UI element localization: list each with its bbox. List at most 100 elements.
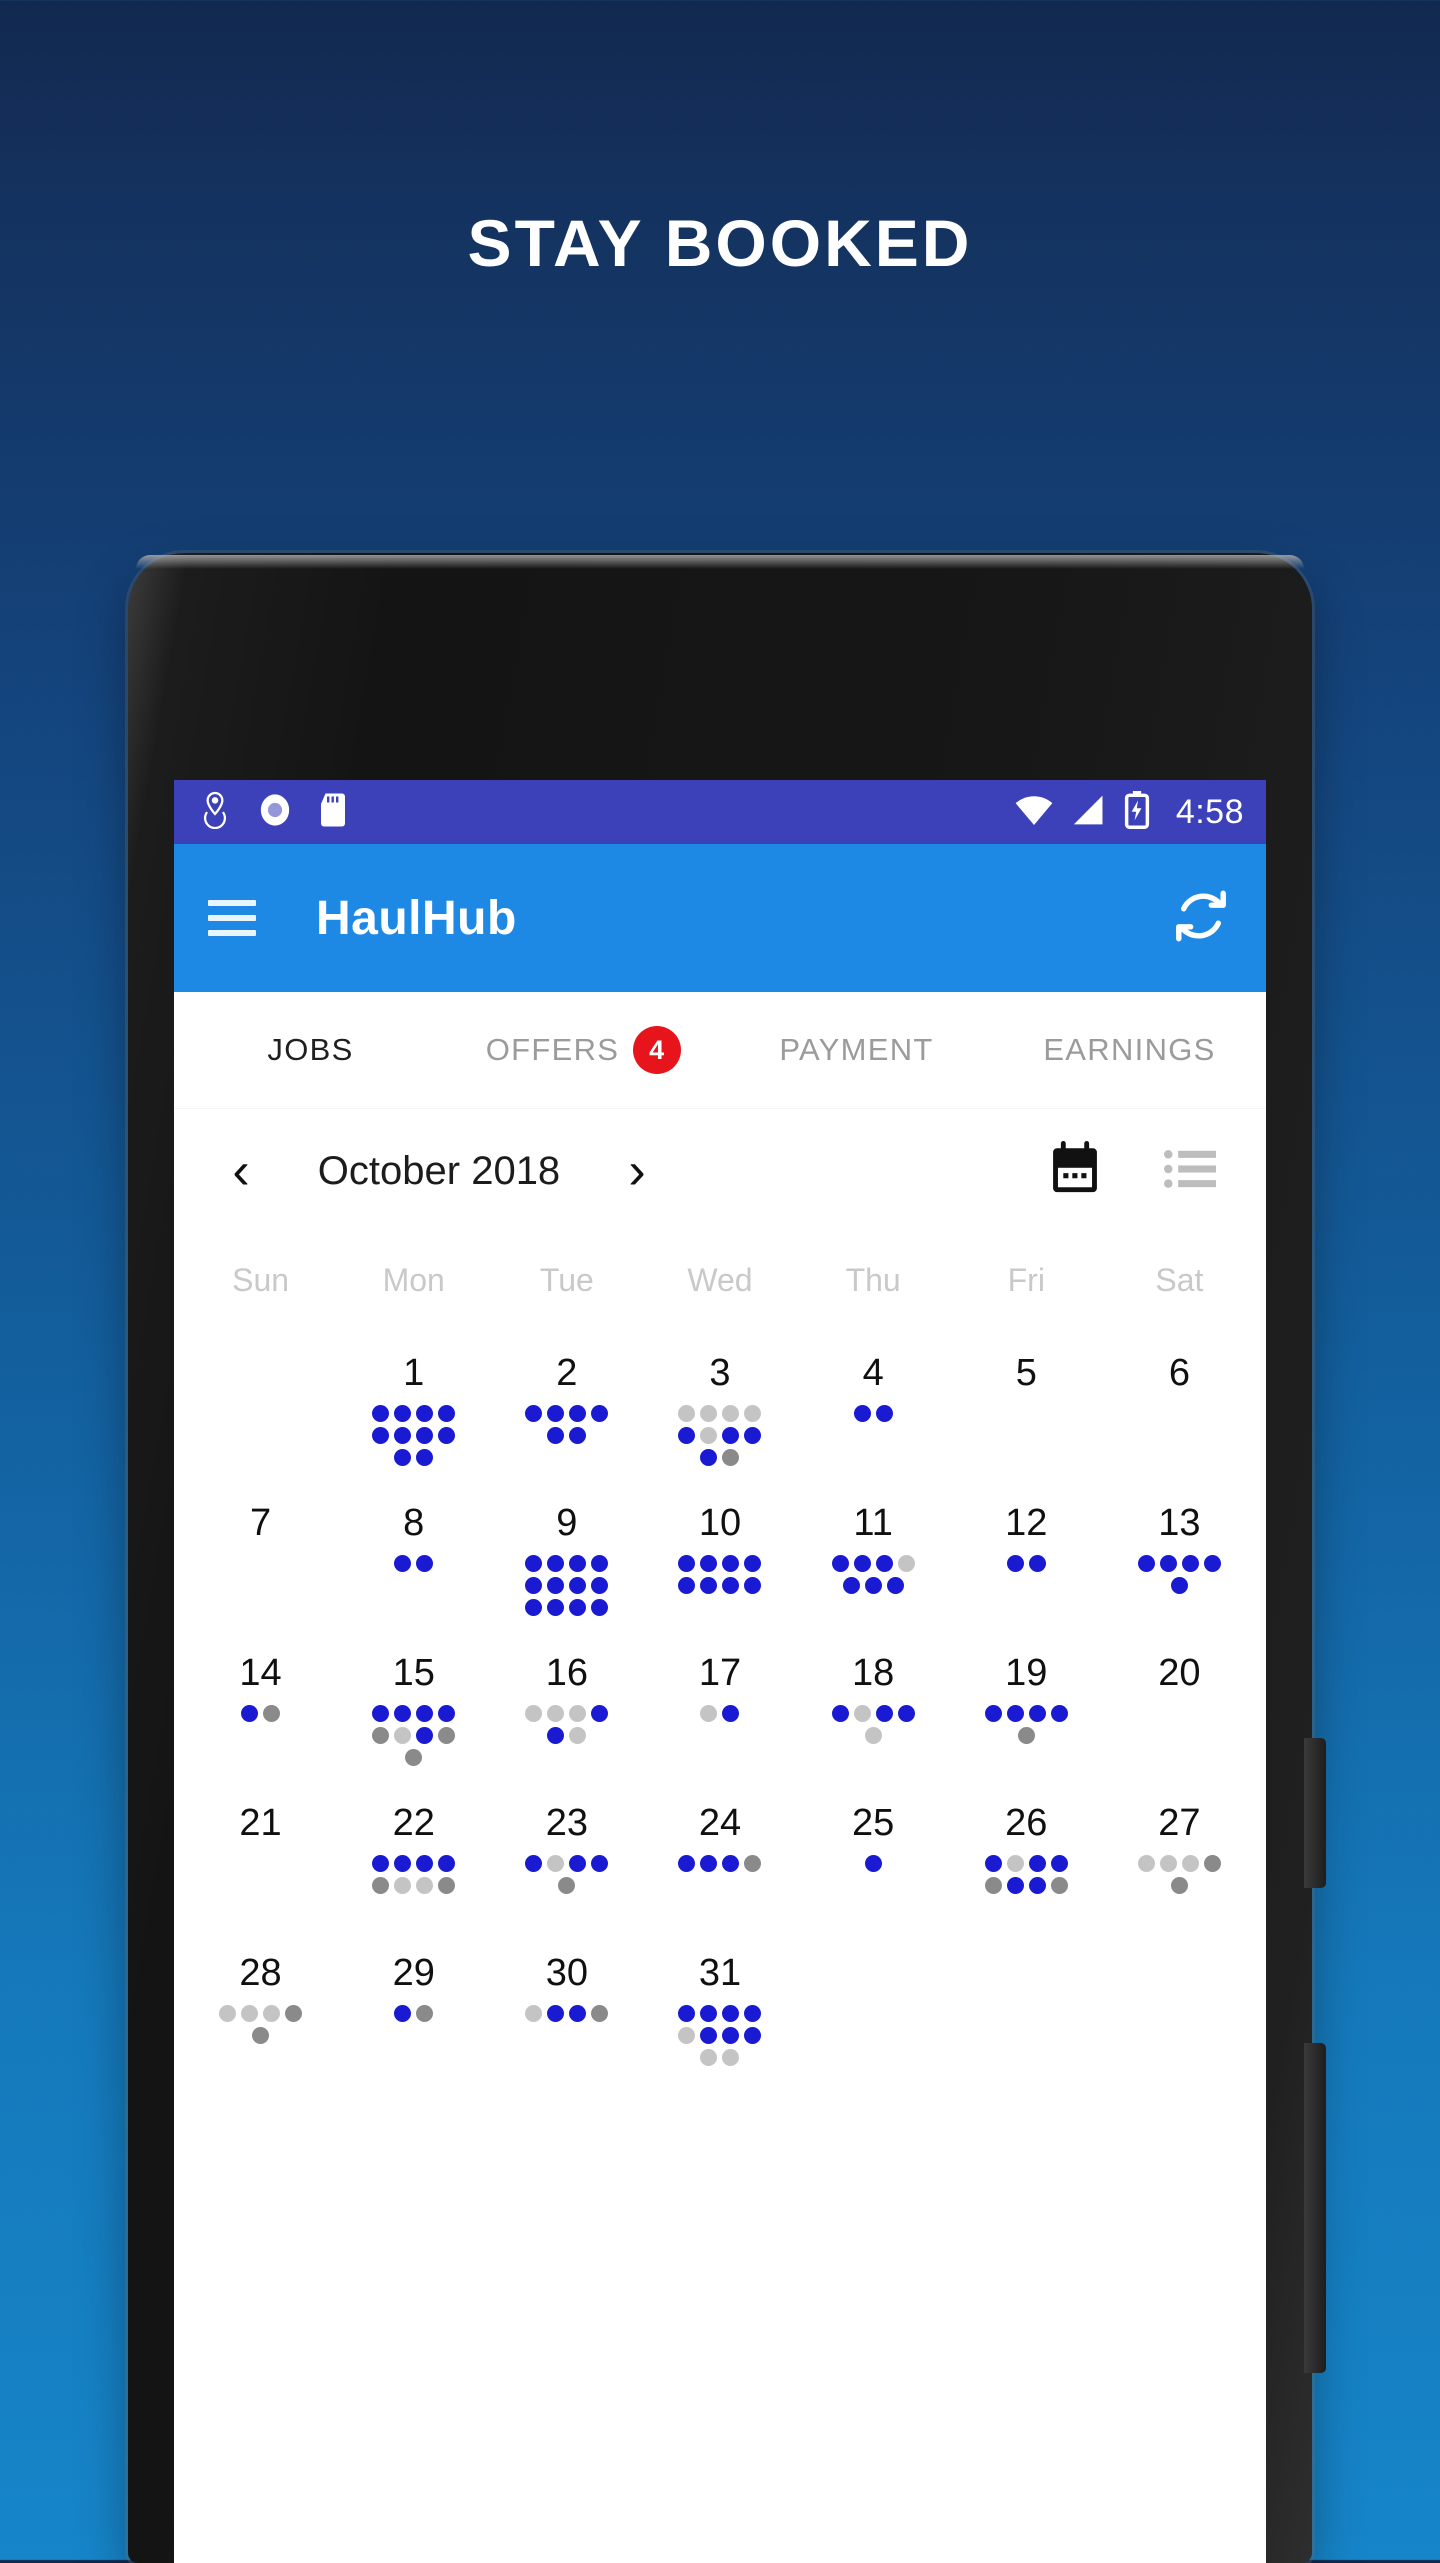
- calendar-week-row: 7 8 9 10 11 12 13: [184, 1498, 1256, 1648]
- job-status-dot-row: [372, 1727, 456, 1744]
- job-status-dot-grid: [525, 1855, 609, 1894]
- calendar-day-13[interactable]: 13: [1103, 1498, 1256, 1648]
- calendar-day-28[interactable]: 28: [184, 1948, 337, 2098]
- calendar-day-19[interactable]: 19: [950, 1648, 1103, 1798]
- calendar-day-26[interactable]: 26: [950, 1798, 1103, 1948]
- calendar-day-10[interactable]: 10: [643, 1498, 796, 1648]
- job-dot-light-gray: [416, 1877, 434, 1894]
- calendar-day-29[interactable]: 29: [337, 1948, 490, 2098]
- job-dot-blue: [897, 1705, 915, 1722]
- job-dot-blue: [591, 1577, 609, 1594]
- tab-earnings-label: EARNINGS: [1043, 1032, 1216, 1067]
- job-dot-blue: [591, 1705, 609, 1722]
- next-month-button[interactable]: ›: [604, 1138, 670, 1204]
- page-title: STAY BOOKED: [467, 206, 973, 280]
- job-dot-blue: [416, 1705, 434, 1722]
- volume-button[interactable]: [1304, 2043, 1326, 2373]
- job-dot-blue: [875, 1555, 893, 1572]
- calendar-day-24[interactable]: 24: [643, 1798, 796, 1948]
- tab-earnings[interactable]: EARNINGS: [993, 1032, 1266, 1068]
- job-dot-light-gray: [394, 1727, 412, 1744]
- calendar-day-1[interactable]: 1: [337, 1348, 490, 1498]
- calendar-day-2[interactable]: 2: [490, 1348, 643, 1498]
- previous-month-button[interactable]: ‹: [208, 1138, 274, 1204]
- job-dot-light-gray: [263, 2005, 281, 2022]
- tab-jobs[interactable]: JOBS: [174, 1032, 447, 1068]
- calendar-day-empty: [184, 1348, 337, 1498]
- calendar-day-22[interactable]: 22: [337, 1798, 490, 1948]
- job-dot-blue: [700, 1855, 718, 1872]
- calendar-day-14[interactable]: 14: [184, 1648, 337, 1798]
- job-dot-light-gray: [722, 2049, 740, 2066]
- calendar-day-6[interactable]: 6: [1103, 1348, 1256, 1498]
- job-status-dot-row: [372, 1877, 456, 1894]
- job-status-dot-row: [678, 2005, 762, 2022]
- job-dot-blue: [722, 1555, 740, 1572]
- job-status-dot-grid: [678, 1855, 762, 1872]
- job-status-dot-row: [525, 1705, 609, 1722]
- calendar-day-25[interactable]: 25: [797, 1798, 950, 1948]
- job-status-dot-grid: [984, 1705, 1068, 1744]
- calendar-day-23[interactable]: 23: [490, 1798, 643, 1948]
- job-dot-light-gray: [744, 1405, 762, 1422]
- calendar-week-row: 28 29 30 31: [184, 1948, 1256, 2098]
- tab-offers[interactable]: OFFERS 4: [447, 1026, 720, 1074]
- job-dot-blue: [569, 1427, 587, 1444]
- job-dot-blue: [591, 1599, 609, 1616]
- job-dot-blue: [1170, 1577, 1188, 1594]
- list-view-icon[interactable]: [1164, 1148, 1216, 1195]
- job-dot-light-gray: [569, 1727, 587, 1744]
- job-dot-light-gray: [1181, 1855, 1199, 1872]
- calendar-day-5[interactable]: 5: [950, 1348, 1103, 1498]
- job-status-dot-grid: [394, 2005, 434, 2022]
- job-dot-blue: [1159, 1555, 1177, 1572]
- job-dot-blue: [569, 1599, 587, 1616]
- job-status-dot-row: [372, 1855, 456, 1872]
- calendar-day-17[interactable]: 17: [643, 1648, 796, 1798]
- job-dot-blue: [547, 1555, 565, 1572]
- job-status-dot-row: [678, 1577, 762, 1594]
- calendar-day-27[interactable]: 27: [1103, 1798, 1256, 1948]
- job-status-dot-row: [405, 1749, 423, 1766]
- job-status-dot-grid: [853, 1405, 893, 1422]
- calendar-view-icon[interactable]: [1048, 1140, 1102, 1202]
- power-button[interactable]: [1304, 1738, 1326, 1888]
- job-dot-blue: [744, 1555, 762, 1572]
- tab-payment[interactable]: PAYMENT: [720, 1032, 993, 1068]
- location-icon: [198, 791, 232, 834]
- job-status-dot-row: [984, 1705, 1068, 1722]
- job-dot-blue: [722, 1577, 740, 1594]
- job-dot-blue: [722, 1705, 740, 1722]
- job-status-dot-row: [1137, 1855, 1221, 1872]
- calendar-day-3[interactable]: 3: [643, 1348, 796, 1498]
- calendar-day-4[interactable]: 4: [797, 1348, 950, 1498]
- calendar-day-30[interactable]: 30: [490, 1948, 643, 2098]
- sync-refresh-icon[interactable]: [1170, 885, 1232, 952]
- job-dot-dark-gray: [372, 1727, 390, 1744]
- calendar-day-11[interactable]: 11: [797, 1498, 950, 1648]
- calendar-day-number: 25: [851, 1802, 895, 1844]
- calendar-day-number: 6: [1168, 1352, 1190, 1394]
- job-dot-blue: [831, 1705, 849, 1722]
- calendar-day-31[interactable]: 31: [643, 1948, 796, 2098]
- calendar-day-20[interactable]: 20: [1103, 1648, 1256, 1798]
- job-status-dot-grid: [525, 1705, 609, 1744]
- job-status-dot-grid: [372, 1405, 456, 1466]
- calendar-day-21[interactable]: 21: [184, 1798, 337, 1948]
- calendar-day-9[interactable]: 9: [490, 1498, 643, 1648]
- calendar-day-16[interactable]: 16: [490, 1648, 643, 1798]
- calendar-day-15[interactable]: 15: [337, 1648, 490, 1798]
- calendar-day-8[interactable]: 8: [337, 1498, 490, 1648]
- job-dot-blue: [416, 1555, 434, 1572]
- job-status-dot-grid: [984, 1855, 1068, 1894]
- calendar-day-12[interactable]: 12: [950, 1498, 1103, 1648]
- hamburger-menu-icon[interactable]: [208, 900, 256, 936]
- job-dot-light-gray: [1159, 1855, 1177, 1872]
- job-dot-blue: [438, 1855, 456, 1872]
- job-status-dot-row: [547, 1727, 587, 1744]
- calendar-day-7[interactable]: 7: [184, 1498, 337, 1648]
- job-dot-blue: [547, 1577, 565, 1594]
- job-dot-blue: [394, 1855, 412, 1872]
- app-title: HaulHub: [316, 891, 517, 945]
- calendar-day-18[interactable]: 18: [797, 1648, 950, 1798]
